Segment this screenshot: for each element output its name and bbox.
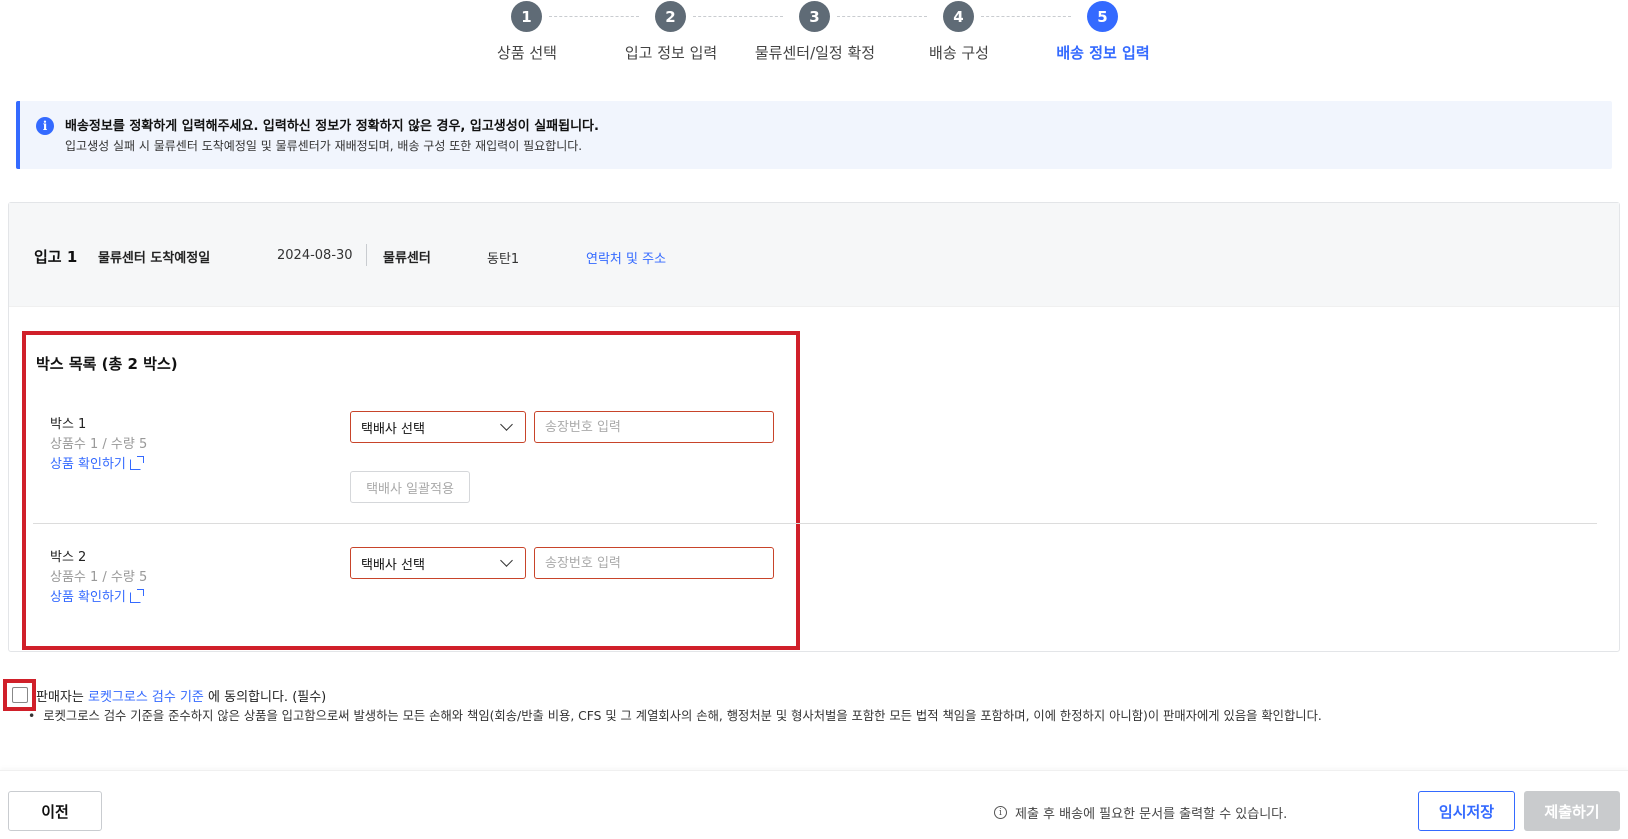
banner-description: 입고생성 실패 시 물류센터 도착예정일 및 물류센터가 재배정되며, 배송 구… bbox=[65, 139, 583, 153]
step-connector bbox=[549, 16, 639, 17]
box-2-tracking-input[interactable] bbox=[534, 547, 774, 579]
save-draft-button[interactable]: 임시저장 bbox=[1418, 791, 1515, 831]
agreement-prefix: 판매자는 bbox=[36, 690, 84, 705]
agreement-suffix: 에 동의합니다. (필수) bbox=[208, 690, 327, 705]
box-2-meta: 상품수 1 / 수량 5 bbox=[50, 570, 148, 585]
box-1-tracking-input[interactable] bbox=[534, 411, 774, 443]
info-banner: i 배송정보를 정확하게 입력해주세요. 입력하신 정보가 정확하지 않은 경우… bbox=[16, 101, 1612, 169]
inbound-header: 입고 1 물류센터 도착예정일 2024-08-30 물류센터 동탄1 연락처 … bbox=[9, 203, 1619, 307]
step-5-label: 배송 정보 입력 bbox=[1056, 44, 1150, 62]
box-1-view-products-link[interactable]: 상품 확인하기 bbox=[50, 453, 144, 472]
inspection-criteria-link[interactable]: 로켓그로스 검수 기준 bbox=[88, 690, 204, 705]
step-4-indicator: 4 bbox=[943, 1, 974, 32]
box-2-view-products-link[interactable]: 상품 확인하기 bbox=[50, 586, 144, 605]
footer-note-text: 제출 후 배송에 필요한 문서를 출력할 수 있습니다. bbox=[1015, 807, 1288, 822]
step-connector bbox=[837, 16, 927, 17]
box-1-name: 박스 1 bbox=[50, 417, 87, 432]
header-divider bbox=[366, 244, 367, 266]
external-link-icon bbox=[129, 588, 144, 603]
box-1-carrier-select-value: 택배사 선택 bbox=[361, 421, 425, 437]
agreement-note: 로켓그로스 검수 기준을 준수하지 않은 상품을 입고함으로써 발생하는 모든 … bbox=[28, 706, 1322, 724]
box-1-view-products-label: 상품 확인하기 bbox=[50, 457, 126, 472]
bulk-apply-carrier-button[interactable]: 택배사 일괄적용 bbox=[350, 471, 470, 503]
step-2-indicator: 2 bbox=[655, 1, 686, 32]
center-label: 물류센터 bbox=[383, 251, 431, 266]
step-4-label: 배송 구성 bbox=[929, 44, 989, 62]
box-list-section: 박스 목록 (총 2 박스) 박스 1 상품수 1 / 수량 5 상품 확인하기… bbox=[22, 331, 800, 650]
previous-button[interactable]: 이전 bbox=[8, 791, 102, 831]
inbound-title: 입고 1 bbox=[34, 248, 78, 266]
arrival-date-label: 물류센터 도착예정일 bbox=[98, 251, 211, 266]
box-1-meta: 상품수 1 / 수량 5 bbox=[50, 437, 148, 452]
step-5-indicator: 5 bbox=[1087, 1, 1118, 32]
contact-address-link[interactable]: 연락처 및 주소 bbox=[586, 248, 666, 267]
step-2-label: 입고 정보 입력 bbox=[624, 44, 718, 62]
step-1-label: 상품 선택 bbox=[497, 44, 557, 62]
external-link-icon bbox=[129, 455, 144, 470]
submit-button[interactable]: 제출하기 bbox=[1524, 791, 1620, 831]
box-2-view-products-label: 상품 확인하기 bbox=[50, 590, 126, 605]
box-1-carrier-select[interactable]: 택배사 선택 bbox=[350, 411, 526, 443]
step-3-label: 물류센터/일정 확정 bbox=[754, 44, 876, 62]
banner-title: 배송정보를 정확하게 입력해주세요. 입력하신 정보가 정확하지 않은 경우, … bbox=[65, 119, 599, 134]
step-3-indicator: 3 bbox=[799, 1, 830, 32]
step-connector bbox=[981, 16, 1071, 17]
info-circle-icon: i bbox=[994, 806, 1007, 819]
agreement-text: 판매자는 로켓그로스 검수 기준 에 동의합니다. (필수) bbox=[36, 686, 326, 705]
box-2-name: 박스 2 bbox=[50, 550, 87, 565]
box-divider bbox=[33, 523, 1597, 524]
center-value: 동탄1 bbox=[487, 252, 520, 267]
chevron-down-icon bbox=[500, 418, 513, 431]
box-2-carrier-select[interactable]: 택배사 선택 bbox=[350, 547, 526, 579]
box-list-title: 박스 목록 (총 2 박스) bbox=[36, 355, 178, 373]
progress-stepper: 1 2 3 4 5 상품 선택 입고 정보 입력 물류센터/일정 확정 배송 구… bbox=[0, 0, 1628, 70]
footer-note: i 제출 후 배송에 필요한 문서를 출력할 수 있습니다. bbox=[994, 803, 1287, 822]
step-1-indicator: 1 bbox=[511, 1, 542, 32]
box-2-carrier-select-value: 택배사 선택 bbox=[361, 557, 425, 573]
checkbox-box bbox=[11, 687, 28, 703]
arrival-date-value: 2024-08-30 bbox=[277, 248, 353, 263]
footer-bar: 이전 i 제출 후 배송에 필요한 문서를 출력할 수 있습니다. 임시저장 제… bbox=[0, 770, 1628, 839]
chevron-down-icon bbox=[500, 554, 513, 567]
info-icon: i bbox=[36, 117, 54, 135]
step-connector bbox=[693, 16, 783, 17]
